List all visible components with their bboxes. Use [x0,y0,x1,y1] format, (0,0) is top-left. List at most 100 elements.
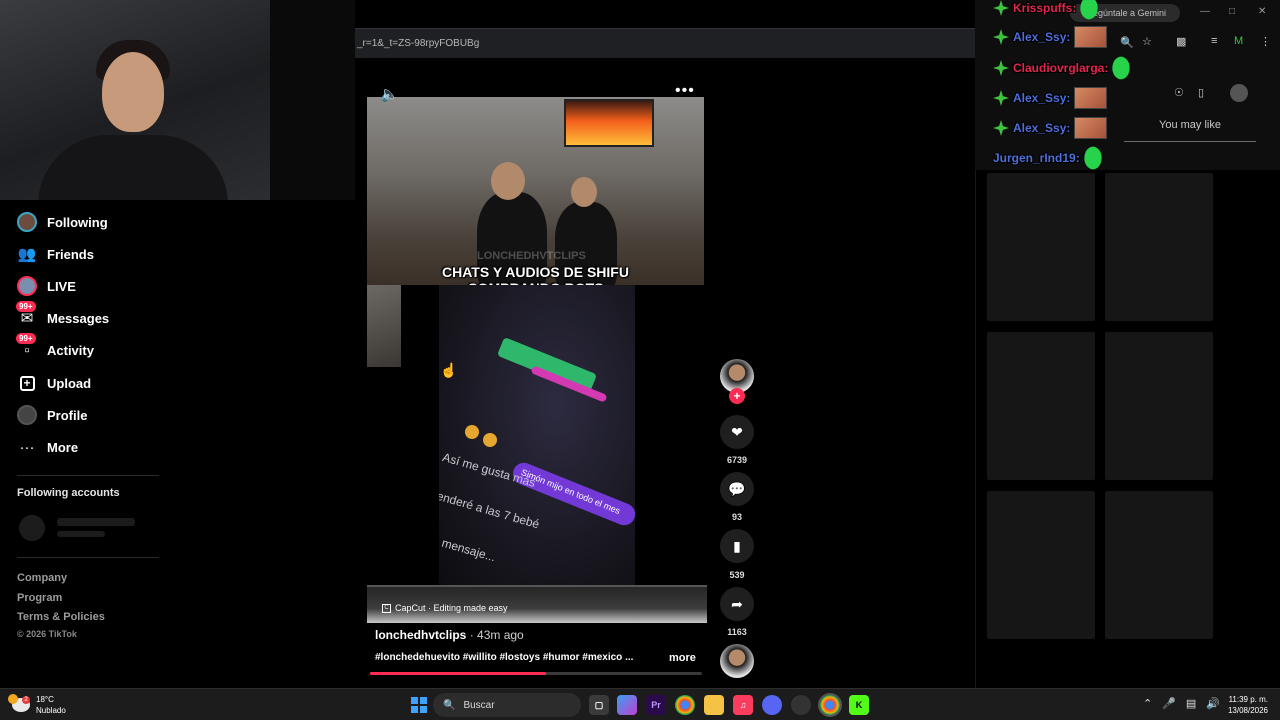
badge-gem-icon [993,60,1009,76]
author-name[interactable]: lonchedhvtclips [375,628,466,642]
emote-image-icon [1074,26,1108,48]
suggested-card[interactable] [1105,332,1213,480]
live-icon [16,275,38,297]
copilot-icon[interactable] [617,695,637,715]
sidebar-item-label: Upload [47,375,92,391]
task-view-icon[interactable]: ▢ [589,695,609,715]
footer-link-company[interactable]: Company [17,572,67,584]
chrome-active-icon[interactable] [818,693,842,717]
skeleton-avatar [19,515,45,541]
sidebar-item-following[interactable]: Following [16,210,108,234]
zoom-icon[interactable]: 🔍 [1120,36,1134,49]
close-icon[interactable]: ✕ [1258,6,1266,17]
search-icon: 🔍 [443,699,456,711]
chat-username[interactable]: Alex_Ssy: [1013,91,1070,105]
extensions-icon[interactable]: ▩ [1176,35,1186,48]
bookmark-star-icon[interactable]: ☆ [1142,35,1152,48]
video-author-line: lonchedhvtclips · 43m ago [375,628,524,642]
sidebar-item-upload[interactable]: + Upload [16,371,91,395]
sidebar-item-messages[interactable]: ✉ 99+ Messages [16,301,109,330]
comment-count: 93 [731,512,742,522]
windows-start-icon[interactable] [411,697,427,713]
suggested-card[interactable] [1105,173,1213,321]
capcut-icon: C [382,603,391,613]
maximize-icon[interactable]: □ [1229,6,1235,17]
url-text[interactable]: _r=1&_t=ZS-98rpyFOBUBg [357,38,479,49]
device-icon[interactable]: ▯ [1198,86,1204,99]
app-icon[interactable] [791,695,811,715]
volume-icon[interactable]: 🔈 [380,85,399,103]
emote-rock-icon [1109,54,1134,82]
video-progress-fill [370,672,546,675]
chrome-icon[interactable] [675,695,695,715]
weather-widget[interactable]: 2 18°C Nublado [8,694,66,716]
sidebar-item-activity[interactable]: ▫ 99+ Activity [16,333,94,362]
emote-rock-icon [1080,144,1105,172]
save-button[interactable]: ▮ [720,529,754,563]
premiere-icon[interactable]: Pr [646,695,666,715]
footer-link-program[interactable]: Program [17,592,62,604]
video-watermark: LONCHEDHVTCLIPS [477,250,586,262]
sidebar-item-profile[interactable]: Profile [16,403,87,427]
video-player[interactable]: LONCHEDHVTCLIPS CHATS Y AUDIOS DE SHIFU … [367,80,707,623]
compass-icon[interactable]: ☉ [1174,86,1184,99]
music-app-icon[interactable]: ♫ [733,695,753,715]
comment-button[interactable]: 💬 [720,472,754,506]
sidebar-item-label: Following [47,214,108,230]
chat-username[interactable]: Alex_Ssy: [1013,30,1070,44]
sidebar-item-label: Profile [47,407,88,423]
emoji-coin [483,433,497,447]
share-button[interactable]: ➦ [720,587,754,621]
taskbar-search[interactable]: 🔍 Buscar [433,693,581,717]
footer-link-terms[interactable]: Terms & Policies [17,611,105,623]
sidebar-item-live[interactable]: LIVE [16,274,76,298]
reading-list-icon[interactable]: ≡ [1211,35,1217,47]
chat-line: Alex_Ssy: [993,117,1108,139]
discord-icon[interactable] [762,695,782,715]
sidebar-item-friends[interactable]: 👥 Friends [16,242,94,266]
kick-icon[interactable]: K [849,695,869,715]
user-avatar-icon[interactable] [1230,84,1248,102]
emote-image-icon [1074,87,1108,109]
taskbar: 2 18°C Nublado 🔍 Buscar ▢ Pr ♫ K ⌃ 🎤 ▤ 🔊… [0,688,1280,720]
file-explorer-icon[interactable] [704,695,724,715]
capcut-banner[interactable]: C CapCut · Editing made easy [367,587,707,623]
sidebar-item-label: More [47,439,79,455]
microphone-icon[interactable]: 🎤 [1162,697,1176,710]
streamer-face [102,52,164,132]
suggested-card[interactable] [987,332,1095,480]
chat-username[interactable]: Claudiovrglarga: [1013,61,1108,75]
chat-line: Jurgen_rInd19: [993,144,1105,172]
chat-username[interactable]: Krisspuffs: [1013,1,1076,15]
video-progress-bar[interactable] [370,672,702,675]
menu-kebab-icon[interactable]: ⋮ [1260,35,1271,48]
caption-line: CHATS Y AUDIOS DE SHIFU [442,264,629,280]
volume-tray-icon[interactable]: 🔊 [1206,697,1220,710]
network-icon[interactable]: ▤ [1186,697,1196,710]
chat-username[interactable]: Alex_Ssy: [1013,121,1070,135]
chevron-up-icon[interactable]: ⌃ [1143,697,1152,710]
video-more-icon[interactable]: ••• [675,82,695,100]
you-may-like-tab[interactable]: You may like [1124,119,1256,131]
profile-m-icon[interactable]: M [1234,35,1243,47]
description-more-button[interactable]: more [669,652,696,664]
like-button[interactable]: ❤ [720,415,754,449]
suggested-card[interactable] [987,491,1095,639]
minimize-icon[interactable]: — [1200,6,1210,17]
video-hashtags[interactable]: #lonchedehuevito #willito #lostoys #humo… [375,652,633,663]
heart-icon: ❤ [731,423,743,440]
profile-icon [16,404,38,426]
sidebar-item-more[interactable]: ··· More [16,435,79,459]
suggested-card[interactable] [1105,491,1213,639]
follow-plus-button[interactable]: + [729,388,745,404]
system-tray: ⌃ 🎤 ▤ 🔊 [1143,697,1220,710]
suggested-card[interactable] [987,173,1095,321]
sidebar-divider [17,475,159,476]
activity-badge: 99+ [16,333,36,344]
system-clock[interactable]: 11:39 p. m. 13/08/2026 [1222,694,1268,716]
chat-username[interactable]: Jurgen_rInd19: [993,151,1080,165]
following-avatar-icon [16,211,38,233]
music-disc-avatar[interactable] [720,644,754,678]
address-bar[interactable]: _r=1&_t=ZS-98rpyFOBUBg [355,28,985,58]
weather-condition: Nublado [36,706,66,715]
